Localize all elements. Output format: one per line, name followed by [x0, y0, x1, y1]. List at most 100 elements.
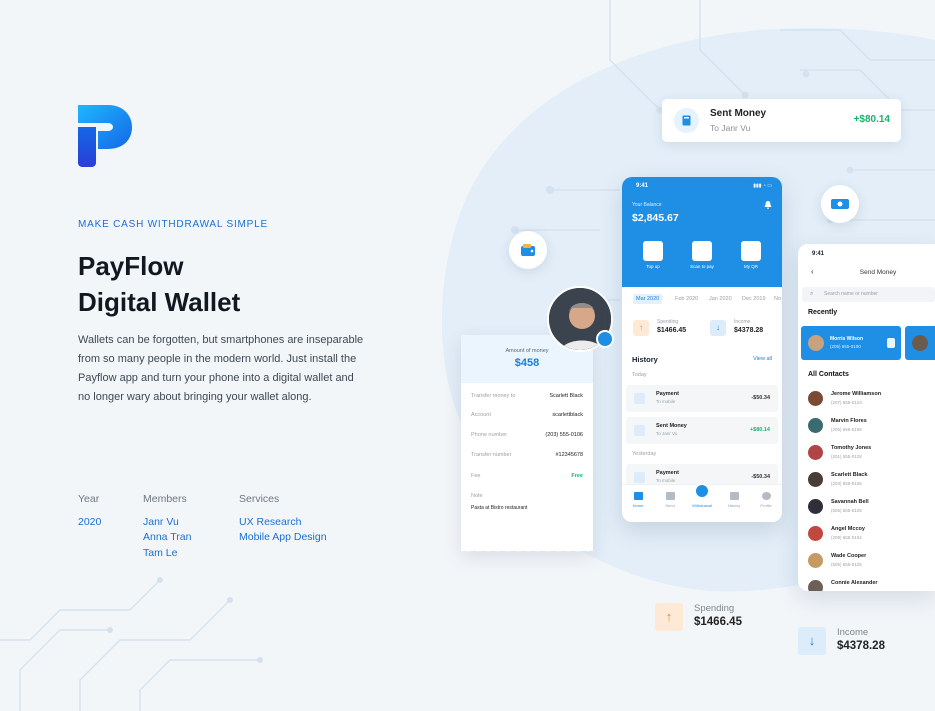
transaction-row[interactable]: Payment To mobile -$50.34 [626, 385, 778, 412]
tab-month[interactable]: Jan 2020 [709, 296, 732, 302]
tab-month[interactable]: Dec 2019 [742, 296, 766, 302]
screen-title: Send Money [859, 269, 897, 276]
service-name: Mobile App Design [239, 531, 327, 543]
nav-profile[interactable]: Profile [750, 492, 782, 508]
recent-contact-card[interactable] [905, 326, 935, 360]
contact-row[interactable]: Wade Cooper (505) 555-0125 [808, 551, 933, 573]
withdrawal-fab-button[interactable] [694, 483, 710, 499]
search-input[interactable]: ⌕ Search name or number [802, 287, 935, 302]
avatar [808, 553, 823, 568]
contact-phone: (205) 555-0100 [830, 344, 861, 349]
contact-row[interactable]: Scarlett Black (203) 555-0106 [808, 470, 933, 492]
meta-services: Services UX Research Mobile App Design [239, 492, 327, 546]
tab-month[interactable]: Mar 2020 [633, 294, 663, 304]
balance-amount: $2,845.67 [632, 212, 679, 224]
day-label: Today [632, 372, 647, 378]
search-icon: ⌕ [810, 291, 814, 297]
income-value: $4378.28 [734, 327, 764, 334]
receipt-note-label: Note [471, 493, 483, 499]
contact-row[interactable]: Marvin Flores (205) 555-0108 [808, 416, 933, 438]
contact-phone: (207) 555-0123 [831, 400, 862, 405]
income-value: $4378.28 [837, 640, 885, 652]
avatar [808, 499, 823, 514]
scan-to-pay-button[interactable]: Scan to pay [682, 241, 722, 269]
month-tabs: Mar 2020 Feb 2020 Jan 2020 Dec 2019 No [622, 292, 782, 308]
wallet-icon [634, 425, 645, 436]
contact-row[interactable]: Jerome Williamson (207) 555-0123 [808, 389, 933, 411]
service-name: UX Research [239, 515, 302, 528]
nav-send[interactable]: Send [654, 492, 686, 508]
member-name: Tam Le [143, 546, 178, 559]
back-arrow-icon[interactable]: ‹ [811, 267, 814, 276]
nav-home[interactable]: Home [622, 492, 654, 508]
transaction-row[interactable]: Sent Money To Janr Vu +$80.14 [626, 417, 778, 444]
avatar [808, 526, 823, 541]
transaction-name: Sent Money [656, 423, 687, 429]
view-all-link[interactable]: View all [753, 356, 772, 362]
nav-label: Send [665, 503, 675, 508]
contact-row[interactable]: Tomothy Jones (201) 555-0128 [808, 443, 933, 465]
barcode-icon [741, 241, 761, 261]
contact-row[interactable]: Savannah Bell (505) 555-0125 [808, 497, 933, 519]
transaction-sub: To mobile [656, 399, 676, 404]
top-up-button[interactable]: Top up [633, 241, 673, 269]
recent-contact-card[interactable]: Morris Wilson (205) 555-0100 [801, 326, 901, 360]
spending-label: Spending [657, 319, 679, 325]
contact-phone: (505) 555-0125 [831, 562, 862, 567]
income-label: Income [837, 627, 869, 638]
wallet-icon [634, 472, 645, 483]
contact-name: Scarlett Black [831, 472, 868, 478]
avatar [808, 580, 823, 591]
avatar [808, 418, 823, 433]
phone-home-screen: 9:41 ▮▮▮ ◔ ▭ Your Balance $2,845.67 Top … [622, 177, 782, 522]
wallet-icon [674, 108, 699, 133]
transaction-amount: +$80.14 [749, 427, 770, 433]
meta-year-label: Year [78, 493, 100, 505]
contact-row[interactable]: Angel Mccoy (209) 555-0104 [808, 524, 933, 546]
receipt-value: Scarlett Black [549, 393, 583, 399]
my-qr-button[interactable]: My QR [731, 241, 771, 269]
contact-name: Marvin Flores [831, 418, 867, 424]
balance-label: Your Balance [632, 202, 662, 208]
receipt-row: Account scarlettblack [471, 412, 583, 424]
receipt-value: #12345678 [555, 452, 583, 458]
tagline: MAKE CASH WITHDRAWAL SIMPLE [78, 219, 268, 230]
receipt-torn-edge [461, 545, 593, 552]
description: Wallets can be forgotten, but smartphone… [78, 334, 364, 403]
status-time: 9:41 [636, 183, 649, 189]
page-title: PayFlow Digital Wallet [78, 248, 240, 320]
contact-name: Wade Cooper [831, 553, 867, 559]
avatar [808, 335, 824, 351]
tab-month[interactable]: No [774, 296, 781, 302]
history-title: History [632, 355, 658, 364]
day-label: Yesterday [632, 451, 657, 457]
contact-row[interactable]: Connie Alexander [808, 578, 933, 591]
receipt-value: scarlettblack [552, 412, 583, 418]
transaction-name: Payment [656, 391, 679, 397]
receipt-key: Account [471, 412, 491, 418]
arrow-up-icon: ↑ [633, 320, 649, 336]
all-contacts-label: All Contacts [808, 371, 849, 378]
member-name: Anna Tran [143, 531, 192, 543]
bell-icon[interactable] [764, 201, 772, 209]
spending-value: $1466.45 [694, 616, 742, 628]
receipt-value: Free [571, 473, 583, 479]
transaction-sub: To mobile [656, 478, 676, 483]
nav-label: History [727, 503, 741, 508]
receipt-value: (203) 555-0106 [545, 432, 583, 438]
wallet-icon [643, 241, 663, 261]
action-label: My QR [744, 264, 758, 269]
tab-month[interactable]: Feb 2020 [675, 296, 698, 302]
sent-card-amount: +$80.14 [853, 114, 890, 125]
contact-name: Morris Wilson [830, 336, 864, 342]
spending-label: Spending [694, 603, 735, 614]
wallet-icon [509, 231, 547, 269]
receipt-row: Transfer money to Scarlett Black [471, 393, 583, 405]
transfer-receipt: Amount of money $458 Transfer money to S… [461, 335, 593, 552]
contact-name: Tomothy Jones [831, 445, 872, 451]
nav-history[interactable]: History [718, 492, 750, 508]
title-line-2: Digital Wallet [78, 287, 241, 317]
transaction-sub: To Janr Vu [656, 431, 678, 436]
arrow-down-icon: ↓ [710, 320, 726, 336]
arrow-up-icon: ↑ [655, 603, 683, 631]
